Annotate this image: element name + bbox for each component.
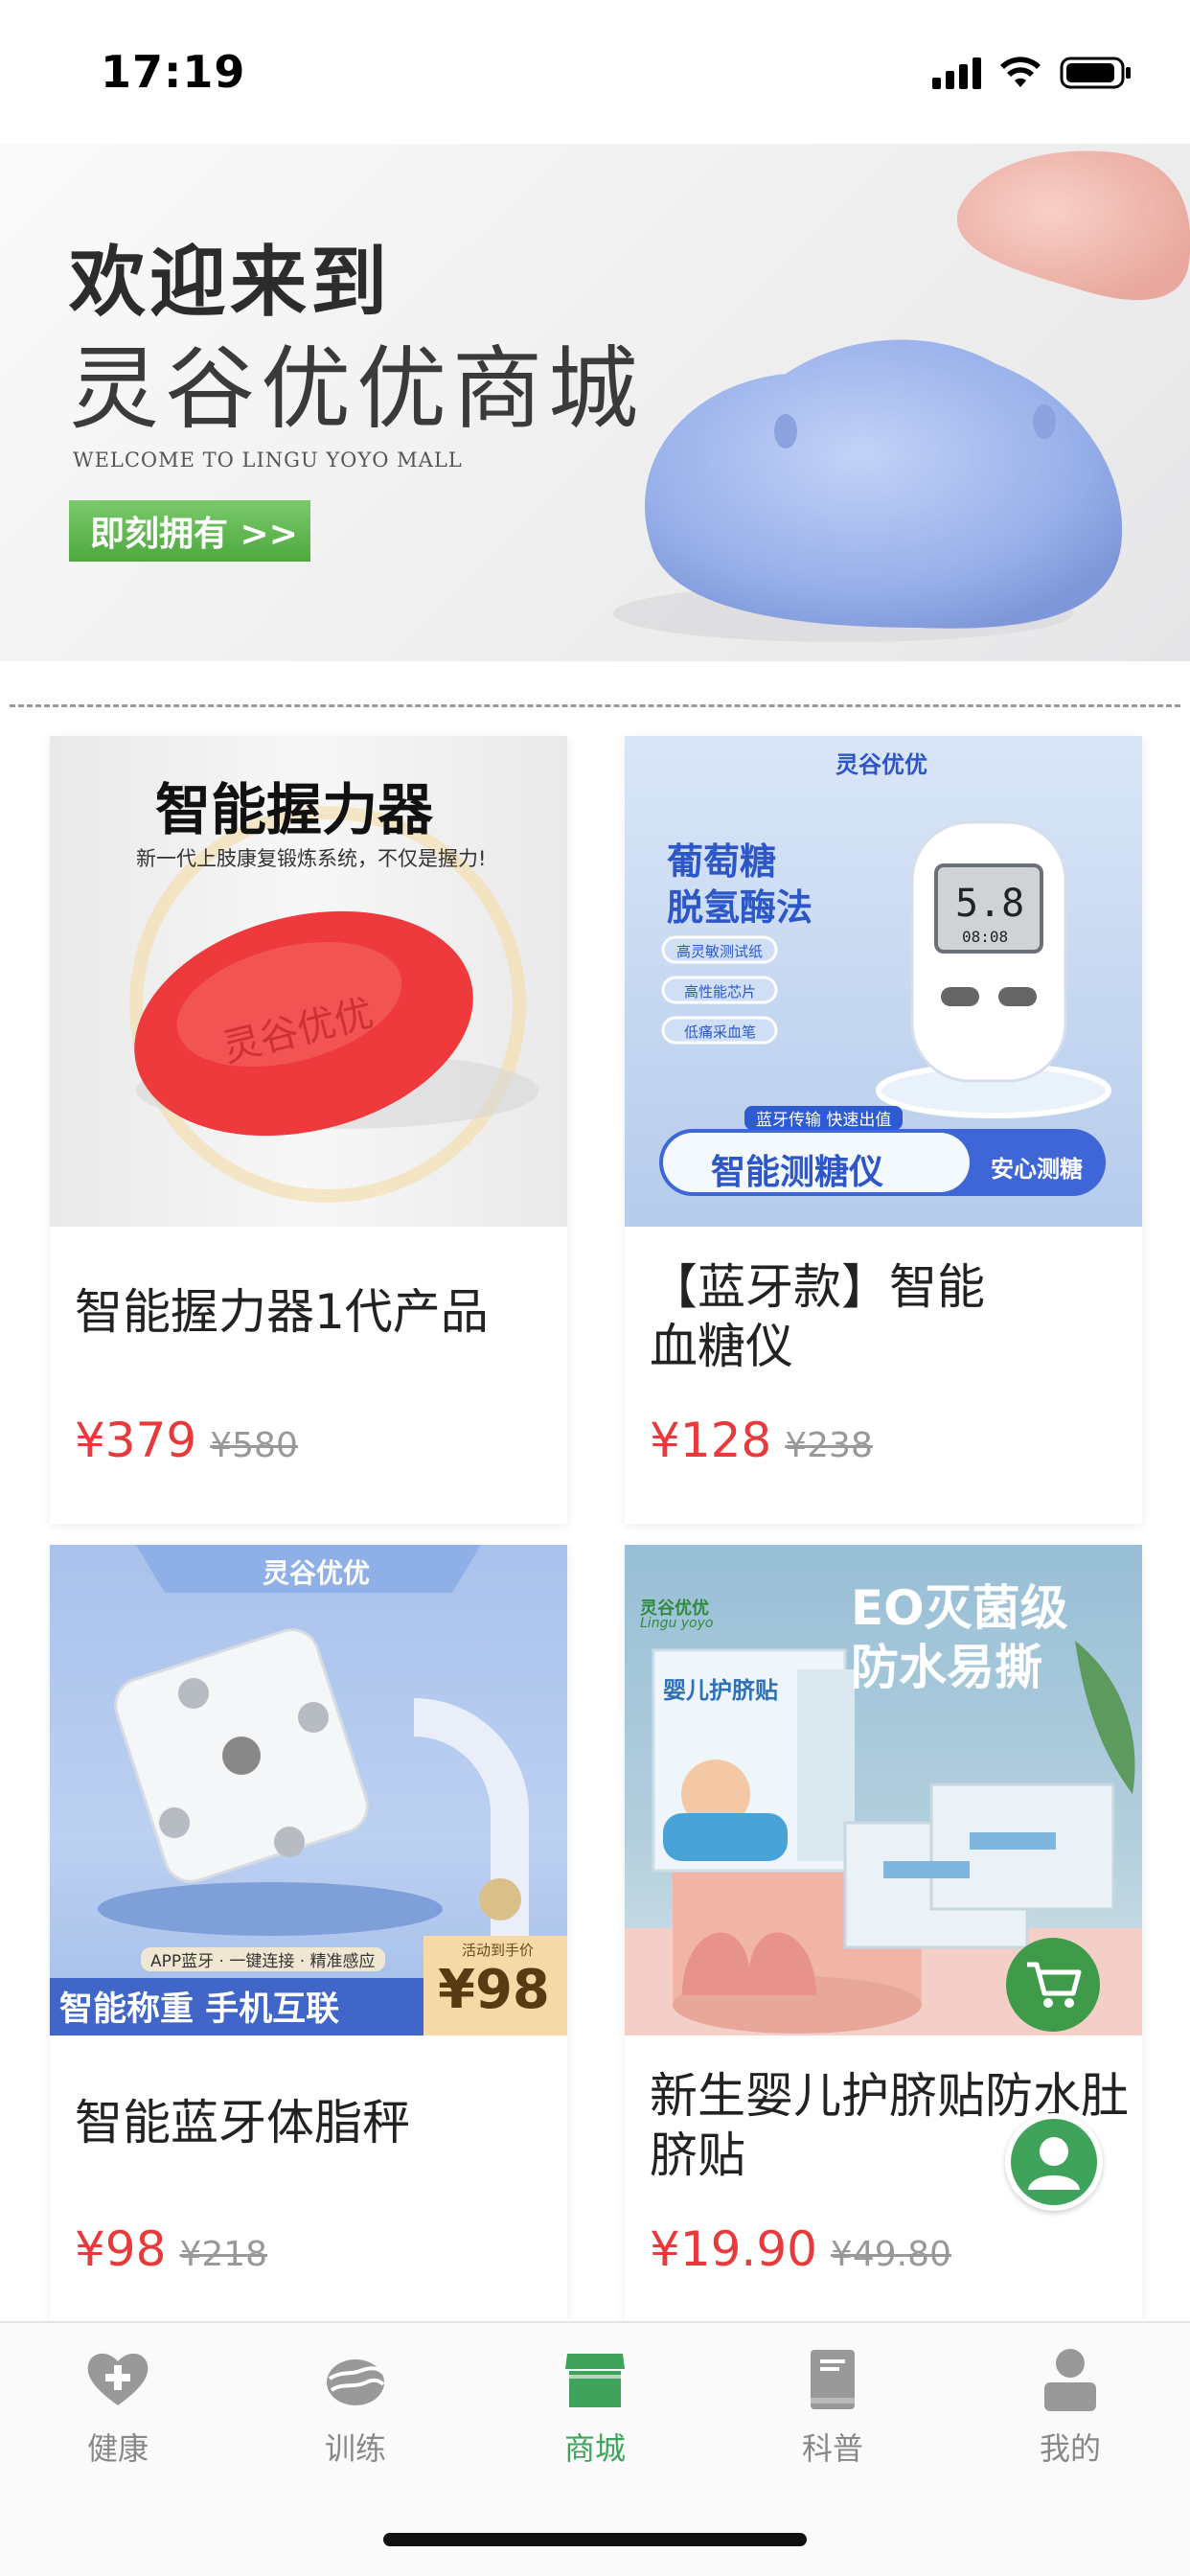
badge-main: 智能测糖仪 bbox=[711, 1153, 884, 1192]
banner-title-line1: 欢迎来到 bbox=[69, 238, 391, 327]
tab-label: 健康 bbox=[86, 2430, 149, 2467]
product-price: ¥379 bbox=[75, 1413, 197, 1468]
product-image-headline: 脱氢酶法 bbox=[667, 886, 813, 929]
price-row: ¥128 ¥238 bbox=[650, 1413, 873, 1468]
product-image-caption: 新一代上肢康复锻炼系统，不仅是握力! bbox=[136, 847, 487, 870]
product-name: 智能握力器1代产品 bbox=[75, 1284, 489, 1340]
home-indicator[interactable] bbox=[383, 2533, 807, 2546]
heart-plus-icon bbox=[87, 2353, 149, 2405]
brand-logo-text: 灵谷优优 bbox=[835, 751, 927, 778]
promo-price: ¥98 bbox=[438, 1959, 550, 2021]
store-icon bbox=[565, 2354, 625, 2407]
book-icon bbox=[811, 2350, 855, 2409]
brand-logo-en: Lingu yoyo bbox=[640, 1616, 714, 1631]
product-image-headline: 葡萄糖 bbox=[667, 840, 777, 883]
wifi-icon bbox=[1000, 57, 1041, 87]
bluetooth-caption: 蓝牙传输 快速出值 bbox=[744, 1106, 904, 1130]
scale-tagline: APP蓝牙 · 一键连接 · 精准感应 bbox=[141, 1947, 385, 1971]
price-row: ¥98 ¥218 bbox=[75, 2221, 267, 2277]
cellular-signal-icon bbox=[932, 57, 981, 89]
user-avatar-icon bbox=[1028, 2137, 1080, 2190]
product-image-headline: 防水易撕 bbox=[851, 1640, 1042, 1695]
brand-logo-text: 灵谷优优 bbox=[263, 1557, 371, 1589]
grip-ball-icon bbox=[327, 2359, 385, 2405]
tab-health[interactable]: 健康 bbox=[41, 2346, 195, 2469]
product-image: 灵谷优优 Lingu yoyo EO灭菌级 防水易撕 婴儿护脐贴 bbox=[625, 1545, 1142, 2036]
tab-label: 我的 bbox=[1039, 2430, 1101, 2467]
buy-now-button[interactable]: 即刻拥有 >> bbox=[69, 500, 310, 562]
product-image: 灵谷优优 葡萄糖 脱氢酶法 高灵敏测试纸 高性能芯片 低痛采血笔 5.8 08:… bbox=[625, 736, 1142, 1227]
product-original-price: ¥49.80 bbox=[830, 2235, 951, 2274]
product-name: 智能蓝牙体脂秤 bbox=[75, 2095, 410, 2150]
product-image: 智能握力器 新一代上肢康复锻炼系统，不仅是握力! 灵谷优优 bbox=[50, 736, 567, 1227]
person-icon bbox=[1044, 2349, 1096, 2411]
tab-training[interactable]: 训练 bbox=[279, 2346, 432, 2469]
tab-label: 科普 bbox=[801, 2430, 863, 2467]
banner-subtitle: WELCOME TO LINGU YOYO MALL bbox=[73, 448, 463, 472]
product-image: 灵谷优优 APP蓝牙 · 一键连接 · 精准感应 智能称重 手机互联 活动到手价… bbox=[50, 1545, 567, 2036]
welcome-banner[interactable]: 欢迎来到 灵谷优优商城 WELCOME TO LINGU YOYO MALL 即… bbox=[0, 144, 1190, 661]
floating-user-button[interactable] bbox=[1005, 2113, 1103, 2211]
cart-icon[interactable] bbox=[1006, 1938, 1100, 2032]
tab-label: 商城 bbox=[563, 2430, 626, 2467]
feature-tag: 高性能芯片 bbox=[684, 983, 757, 1000]
product-image-title: 智能握力器 bbox=[155, 777, 434, 842]
box-label: 婴儿护脐贴 bbox=[663, 1677, 778, 1704]
status-bar: 17:19 bbox=[0, 0, 1190, 144]
section-divider bbox=[10, 704, 1180, 707]
product-price: ¥128 bbox=[650, 1413, 772, 1468]
product-card[interactable]: 灵谷优优 葡萄糖 脱氢酶法 高灵敏测试纸 高性能芯片 低痛采血笔 5.8 08:… bbox=[625, 736, 1142, 1524]
tab-label: 训练 bbox=[324, 2430, 386, 2467]
product-name: 【蓝牙款】智能血糖仪 bbox=[650, 1259, 985, 1374]
badge-side: 安心测糖 bbox=[991, 1156, 1083, 1183]
status-icons bbox=[932, 56, 1133, 90]
product-original-price: ¥238 bbox=[785, 1426, 873, 1465]
product-original-price: ¥580 bbox=[210, 1426, 298, 1465]
feature-tag: 高灵敏测试纸 bbox=[676, 943, 764, 960]
battery-icon bbox=[1060, 57, 1131, 89]
promo-label: 活动到手价 bbox=[462, 1942, 535, 1959]
scale-slogan: 智能称重 手机互联 bbox=[59, 1990, 340, 2029]
meter-screen-time: 08:08 bbox=[962, 928, 1009, 946]
product-price: ¥19.90 bbox=[650, 2221, 817, 2277]
product-original-price: ¥218 bbox=[179, 2235, 268, 2274]
tab-mine[interactable]: 我的 bbox=[994, 2346, 1147, 2469]
price-row: ¥19.90 ¥49.80 bbox=[650, 2221, 951, 2277]
product-price: ¥98 bbox=[75, 2221, 167, 2277]
banner-title-line2: 灵谷优优商城 bbox=[69, 337, 645, 442]
product-card[interactable]: 灵谷优优 APP蓝牙 · 一键连接 · 精准感应 智能称重 手机互联 活动到手价… bbox=[50, 1545, 567, 2321]
status-time: 17:19 bbox=[101, 46, 246, 98]
meter-screen-value: 5.8 bbox=[955, 882, 1025, 926]
tab-science[interactable]: 科普 bbox=[756, 2346, 909, 2469]
product-card[interactable]: 智能握力器 新一代上肢康复锻炼系统，不仅是握力! 灵谷优优 智能握力器1代产品 … bbox=[50, 736, 567, 1524]
feature-tag: 低痛采血笔 bbox=[684, 1024, 757, 1041]
price-row: ¥379 ¥580 bbox=[75, 1413, 298, 1468]
tab-mall[interactable]: 商城 bbox=[518, 2346, 672, 2469]
